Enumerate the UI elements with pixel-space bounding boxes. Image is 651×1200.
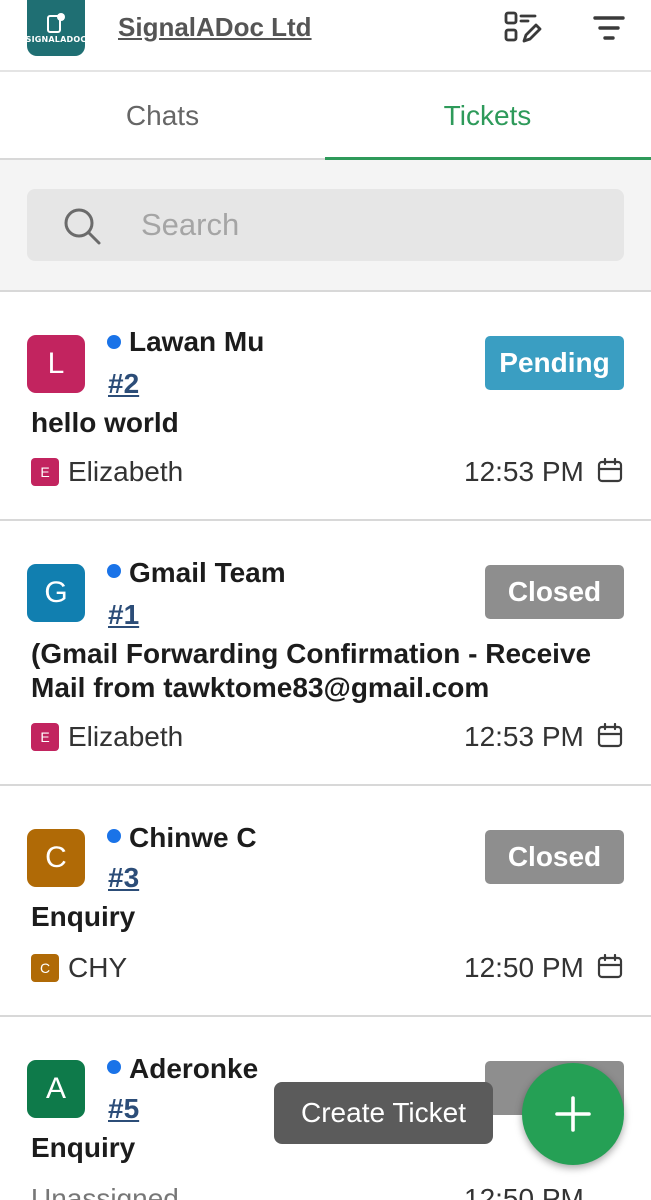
app-header: SIGNALADOC SignalADoc Ltd (0, 0, 651, 72)
create-ticket-tooltip: Create Ticket (274, 1082, 493, 1144)
agent-name: CHY (68, 952, 128, 983)
calendar-icon (597, 722, 623, 749)
ticket-time: 12:50 PM (464, 952, 584, 983)
agent-avatar: C (31, 954, 59, 982)
agent-name: Elizabeth (68, 456, 184, 487)
unread-dot (107, 335, 121, 349)
ticket-time: 12:53 PM (464, 721, 584, 752)
create-ticket-button[interactable] (522, 1063, 624, 1165)
search-icon (61, 205, 103, 247)
agent-name: Elizabeth (68, 721, 184, 752)
contact-avatar: C (27, 829, 85, 887)
tab-bar: Chats Tickets (0, 72, 651, 160)
search-area (0, 160, 651, 292)
ticket-time: 12:50 PM (464, 1183, 584, 1200)
contact-name: Chinwe C (129, 822, 257, 853)
search-box[interactable] (27, 189, 624, 261)
contact-avatar: A (27, 1060, 85, 1118)
plus-icon (555, 1096, 591, 1132)
calendar-icon (597, 457, 623, 484)
agent-avatar: E (31, 458, 59, 486)
board-edit-icon[interactable] (502, 8, 542, 48)
ticket-number-link[interactable]: #3 (108, 862, 139, 894)
ticket-subject: Enquiry (31, 901, 136, 932)
logo-text: SIGNALADOC (27, 34, 85, 44)
unread-dot (107, 829, 121, 843)
ticket-subject: (Gmail Forwarding Confirmation - Receive… (31, 638, 592, 703)
ticket-subject: hello world (31, 407, 179, 438)
tab-tickets[interactable]: Tickets (325, 72, 650, 160)
filter-icon[interactable] (589, 8, 629, 48)
calendar-icon (597, 953, 623, 980)
company-name[interactable]: SignalADoc Ltd (118, 12, 312, 43)
ticket-row[interactable]: G Gmail Team #1 Closed (Gmail Forwarding… (0, 521, 651, 786)
company-logo: SIGNALADOC (27, 0, 85, 56)
contact-name: Aderonke (129, 1053, 259, 1084)
status-badge: Closed (485, 830, 624, 884)
ticket-number-link[interactable]: #1 (108, 599, 139, 631)
ticket-row[interactable]: L Lawan Mu #2 Pending hello world E Eliz… (0, 292, 651, 521)
contact-name: Lawan Mu (129, 326, 265, 357)
search-input[interactable] (141, 189, 601, 261)
ticket-row[interactable]: C Chinwe C #3 Closed Enquiry C CHY 12:50… (0, 786, 651, 1017)
unread-dot (107, 564, 121, 578)
unread-dot (107, 1060, 121, 1074)
contact-avatar: G (27, 564, 85, 622)
tab-chats[interactable]: Chats (0, 72, 325, 160)
logo-mark-icon (45, 12, 67, 33)
ticket-time: 12:53 PM (464, 456, 584, 487)
contact-avatar: L (27, 335, 85, 393)
contact-name: Gmail Team (129, 557, 286, 588)
ticket-number-link[interactable]: #5 (108, 1093, 139, 1125)
ticket-number-link[interactable]: #2 (108, 368, 139, 400)
agent-avatar: E (31, 723, 59, 751)
status-badge: Closed (485, 565, 624, 619)
agent-name: Unassigned (31, 1183, 179, 1200)
status-badge: Pending (485, 336, 624, 390)
